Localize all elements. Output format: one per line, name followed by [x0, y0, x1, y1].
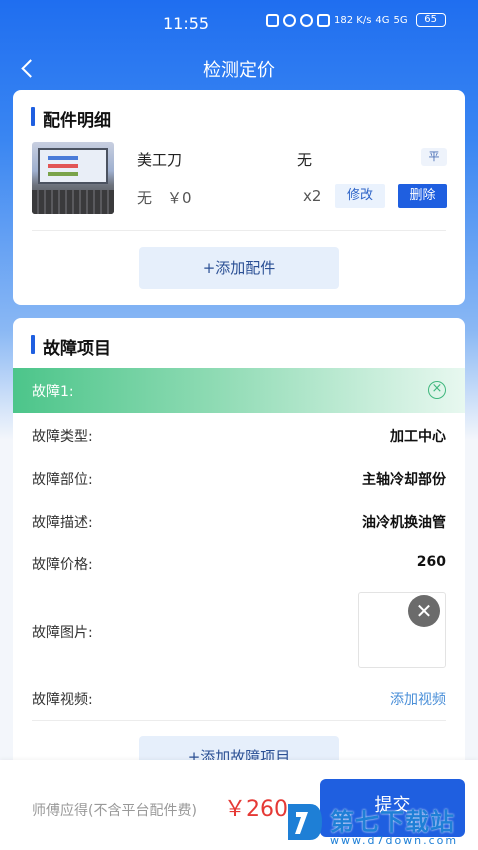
fault-type-value[interactable]: 加工中心 [390, 426, 446, 446]
vibrate-icon [317, 13, 330, 27]
earnings-label: 师傅应得(不含平台配件费) [32, 803, 197, 819]
signal-5g: 5G [393, 14, 408, 26]
fault-image-label: 故障图片: [32, 625, 93, 641]
fault-type-label: 故障类型: [32, 429, 93, 445]
fault-location-label: 故障部位: [32, 472, 93, 488]
faults-section-title: 故障项目 [31, 334, 111, 359]
part-image[interactable] [32, 142, 114, 214]
fault-location-value[interactable]: 主轴冷却部份 [362, 469, 446, 489]
part-brand: 无 [137, 189, 153, 207]
fault-desc-label: 故障描述: [32, 515, 93, 531]
net-speed: 182 K/s [334, 14, 372, 26]
watermark-logo-icon [288, 804, 322, 840]
signal-4g: 4G [375, 14, 390, 26]
edit-part-button[interactable]: 修改 [335, 184, 385, 208]
part-badge: 平 [421, 148, 447, 166]
part-spec: 无 [297, 151, 313, 169]
status-time: 11:55 [163, 14, 210, 33]
remove-image-icon[interactable]: ✕ [408, 595, 440, 627]
close-circle-icon[interactable]: × [428, 381, 446, 399]
page-title: 检测定价 [203, 60, 275, 81]
fault-header-label: 故障1: [32, 384, 74, 400]
nfc-icon [266, 13, 279, 27]
nav-bar: 检测定价 [0, 46, 478, 90]
fault-price-value[interactable]: 260 [417, 554, 446, 570]
status-icons: 182 K/s 4G 5G 65 [266, 13, 446, 27]
bluetooth-icon [300, 13, 313, 27]
delete-part-button[interactable]: 删除 [398, 184, 447, 208]
laptop-screen [38, 148, 108, 184]
part-price: ￥0 [167, 189, 192, 207]
fault-header: 故障1: × [13, 368, 465, 413]
laptop-keyboard [32, 190, 114, 214]
earnings-amount: ￥260 [224, 797, 288, 822]
add-video-link[interactable]: 添加视频 [390, 689, 446, 709]
fault-video-label: 故障视频: [32, 692, 93, 708]
status-bar: 11:55 182 K/s 4G 5G 65 [0, 0, 478, 46]
battery-icon: 65 [415, 13, 446, 27]
part-quantity: x2 [303, 187, 322, 205]
fault-price-label: 故障价格: [32, 557, 93, 573]
watermark-text: 第七下载站 [330, 808, 455, 836]
watermark: 第七下载站 www.d7down.com [280, 800, 476, 850]
watermark-url: www.d7down.com [330, 834, 459, 847]
alarm-icon [283, 13, 296, 27]
fault-desc-value[interactable]: 油冷机换油管 [362, 512, 446, 532]
divider [32, 230, 446, 231]
part-name: 美工刀 [137, 151, 183, 169]
parts-section-title: 配件明细 [31, 106, 111, 131]
parts-card: 配件明细 美工刀 无 平 无 ￥0 x2 修改 删除 +添加配件 [13, 90, 465, 305]
add-part-button[interactable]: +添加配件 [139, 247, 339, 289]
divider [32, 720, 446, 721]
